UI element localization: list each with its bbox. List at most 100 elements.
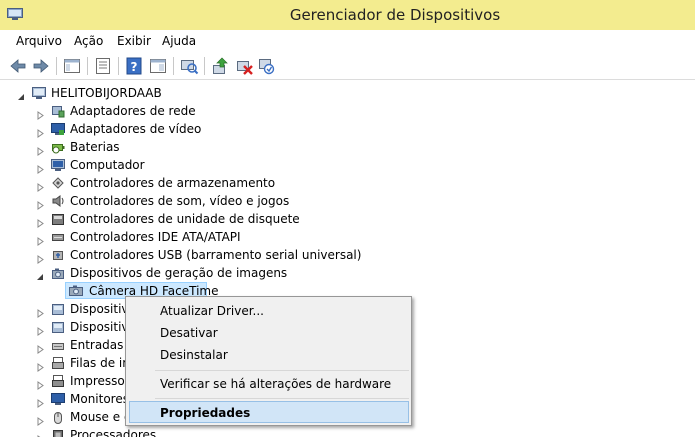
display-adapter-icon — [50, 121, 66, 137]
ctx-update-driver[interactable]: Atualizar Driver... — [160, 300, 264, 322]
imaging-device-icon — [50, 265, 66, 281]
scan-hardware-icon[interactable] — [179, 56, 199, 76]
tree-category[interactable]: Adaptadores de rede — [0, 102, 400, 120]
show-hide-tree-icon[interactable] — [62, 56, 82, 76]
network-adapter-icon — [50, 103, 66, 119]
toolbar-separator — [118, 57, 119, 75]
tree-category-label: Dispositiv — [70, 318, 129, 336]
expand-arrow-icon[interactable] — [36, 233, 45, 242]
ctx-disable[interactable]: Desativar — [160, 322, 218, 344]
tree-category[interactable]: Computador — [0, 156, 400, 174]
toolbar-separator — [204, 57, 205, 75]
device-icon — [50, 319, 66, 335]
expand-arrow-icon[interactable] — [36, 107, 45, 116]
tree-category[interactable]: Processadores — [0, 426, 400, 437]
expand-arrow-icon[interactable] — [36, 377, 45, 386]
tree-category[interactable]: Controladores de som, vídeo e jogos — [0, 192, 400, 210]
monitor-icon — [50, 391, 66, 407]
toolbar-separator — [56, 57, 57, 75]
tree-category[interactable]: Controladores de armazenamento — [0, 174, 400, 192]
back-icon[interactable] — [8, 56, 28, 76]
tree-category-label: Adaptadores de vídeo — [70, 120, 201, 138]
battery-icon — [50, 139, 66, 155]
expand-arrow-icon[interactable] — [36, 395, 45, 404]
expand-arrow-icon[interactable] — [36, 143, 45, 152]
menu-exibir[interactable]: Exibir — [117, 33, 151, 49]
mouse-icon — [50, 409, 66, 425]
tree-category[interactable]: Controladores USB (barramento serial uni… — [0, 246, 400, 264]
tree-category[interactable]: Controladores IDE ATA/ATAPI — [0, 228, 400, 246]
disable-device-icon[interactable] — [256, 56, 276, 76]
tree-category[interactable]: Dispositivos de geração de imagens — [0, 264, 400, 282]
tree-category-label: Baterias — [70, 138, 120, 156]
window-title: Gerenciador de Dispositivos — [0, 0, 695, 30]
expand-arrow-icon[interactable] — [36, 179, 45, 188]
sound-controller-icon — [50, 193, 66, 209]
ide-controller-icon — [50, 229, 66, 245]
menu-ajuda[interactable]: Ajuda — [162, 33, 196, 49]
tree-category[interactable]: Adaptadores de vídeo — [0, 120, 400, 138]
help-icon[interactable]: ? — [124, 56, 144, 76]
ctx-separator — [155, 370, 409, 371]
expand-arrow-icon[interactable] — [36, 413, 45, 422]
tree-root-label: HELITOBIJORDAAB — [51, 84, 162, 102]
tree-root[interactable]: HELITOBIJORDAAB — [0, 84, 300, 102]
toolbar: ? — [0, 52, 695, 80]
update-driver-icon[interactable] — [210, 56, 230, 76]
floppy-controller-icon — [50, 211, 66, 227]
expand-arrow-icon[interactable] — [36, 197, 45, 206]
forward-icon[interactable] — [31, 56, 51, 76]
expand-arrow-icon[interactable] — [36, 359, 45, 368]
ctx-uninstall[interactable]: Desinstalar — [160, 344, 228, 366]
printer-icon — [50, 373, 66, 389]
expand-arrow-icon[interactable] — [36, 431, 45, 437]
tree-category-label: Processadores — [70, 426, 156, 437]
storage-controller-icon — [50, 175, 66, 191]
tree-category-label: Monitores — [70, 390, 129, 408]
action-pane-icon[interactable] — [148, 56, 168, 76]
print-queue-icon — [50, 355, 66, 371]
tree-category-label: Dispositivos de geração de imagens — [70, 264, 287, 282]
expand-arrow-icon[interactable] — [36, 323, 45, 332]
tree-category-label: Dispositiv — [70, 300, 129, 318]
tree-category-label: Controladores de unidade de disquete — [70, 210, 300, 228]
menu-acao[interactable]: Ação — [74, 33, 103, 49]
toolbar-separator — [173, 57, 174, 75]
tree-category-label: Computador — [70, 156, 145, 174]
uninstall-icon[interactable] — [234, 56, 254, 76]
ctx-properties[interactable]: Propriedades — [160, 402, 250, 424]
device-icon — [50, 301, 66, 317]
tree-category-label: Controladores de som, vídeo e jogos — [70, 192, 289, 210]
tree-category[interactable]: Baterias — [0, 138, 400, 156]
tree-category-label: Controladores IDE ATA/ATAPI — [70, 228, 241, 246]
menu-bar: Arquivo Ação Exibir Ajuda — [0, 30, 695, 52]
tree-category-label: Controladores USB (barramento serial uni… — [70, 246, 361, 264]
tree-category[interactable]: Controladores de unidade de disquete — [0, 210, 400, 228]
toolbar-separator — [87, 57, 88, 75]
ctx-separator — [155, 398, 409, 399]
processor-icon — [50, 427, 66, 437]
title-bar: Gerenciador de Dispositivos — [0, 0, 695, 30]
expand-arrow-icon[interactable] — [36, 305, 45, 314]
tree-category-label: Controladores de armazenamento — [70, 174, 275, 192]
ctx-scan-hardware[interactable]: Verificar se há alterações de hardware — [160, 373, 391, 395]
expand-arrow-icon[interactable] — [36, 251, 45, 260]
expand-arrow-icon[interactable] — [36, 215, 45, 224]
input-device-icon — [50, 337, 66, 353]
context-menu: Atualizar Driver... Desativar Desinstala… — [125, 296, 412, 426]
usb-controller-icon — [50, 247, 66, 263]
tree-device-label: Câmera HD FaceTime — [89, 282, 219, 300]
computer-icon — [31, 85, 47, 101]
collapse-arrow-icon[interactable] — [17, 89, 26, 98]
collapse-arrow-icon[interactable] — [36, 269, 45, 278]
svg-text:?: ? — [131, 60, 138, 74]
tree-category-label: Adaptadores de rede — [70, 102, 196, 120]
expand-arrow-icon[interactable] — [36, 341, 45, 350]
menu-arquivo[interactable]: Arquivo — [16, 33, 62, 49]
expand-arrow-icon[interactable] — [36, 161, 45, 170]
webcam-icon — [68, 283, 84, 299]
properties-icon[interactable] — [93, 56, 113, 76]
tree-device-facetime-camera[interactable]: Câmera HD FaceTime — [0, 282, 220, 300]
computer-icon — [50, 157, 66, 173]
expand-arrow-icon[interactable] — [36, 125, 45, 134]
